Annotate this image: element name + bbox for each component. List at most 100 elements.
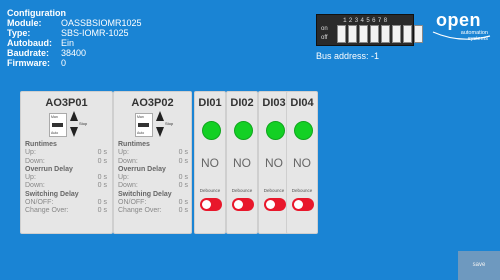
label: Down:: [25, 157, 45, 165]
switching-heading: Switching Delay: [25, 190, 79, 198]
di-card-title: DI02: [230, 97, 254, 109]
debounce-toggle[interactable]: [232, 198, 254, 211]
dip-lever: [359, 25, 368, 43]
debounce-label: Debounce: [291, 188, 313, 193]
di-card-di01: DI01 NO Debounce: [194, 91, 226, 234]
stop-label: Stop: [79, 121, 88, 126]
logo-line2: systems: [467, 36, 488, 42]
logo-main-text: open: [436, 10, 481, 30]
value: 0 s: [97, 174, 107, 182]
config-value: 38400: [61, 48, 87, 58]
dip-lever: [337, 25, 346, 43]
value: 0 s: [97, 149, 107, 157]
config-row-baudrate: Baudrate: 38400: [7, 48, 142, 58]
up-down-arrows-icon[interactable]: [155, 110, 165, 138]
runtime-down-row: Down: 0 s: [25, 158, 107, 166]
configuration-panel: Configuration Module: OASSBSIOMR1025 Type…: [7, 8, 142, 68]
dip-lever: [348, 25, 357, 43]
di-card-title: DI04: [290, 97, 314, 109]
value: 0 s: [178, 207, 188, 215]
runtimes-heading: Runtimes: [118, 141, 150, 148]
dip-off-label: off: [321, 35, 328, 41]
mode-auto-label: Auto: [137, 131, 145, 135]
label: Up:: [118, 149, 129, 157]
label: Up:: [25, 149, 36, 157]
config-row-module: Module: OASSBSIOMR1025: [7, 18, 142, 28]
runtimes-heading: Runtimes: [25, 141, 57, 148]
config-key: Baudrate:: [7, 48, 50, 58]
toggle-knob: [266, 200, 275, 209]
config-key: Type:: [7, 28, 31, 38]
ao-info: Runtimes Up: 0 s Down: 0 s Overrun Delay U…: [118, 141, 188, 216]
di-state: NO: [293, 156, 311, 170]
mode-selector[interactable]: Man Off Auto: [135, 113, 153, 137]
mode-knob[interactable]: [138, 123, 149, 127]
debounce-toggle[interactable]: [264, 198, 286, 211]
config-value: 0: [61, 58, 67, 68]
debounce-toggle[interactable]: [200, 198, 222, 211]
debounce-label: Debounce: [263, 188, 285, 193]
dip-numbers: 12345678: [343, 17, 390, 24]
value: 0 s: [178, 157, 188, 165]
di-card-di04: DI04 NO Debounce: [286, 91, 318, 234]
overrun-down-row: Down: 0 s: [118, 182, 188, 190]
dip-switch-levers: [337, 25, 423, 43]
label: Change Over:: [25, 207, 69, 215]
dip-lever: [381, 25, 390, 43]
label: Down:: [118, 182, 138, 190]
mode-man-label: Man: [137, 115, 144, 119]
di-state: NO: [233, 156, 251, 170]
label: Up:: [118, 174, 129, 182]
value: 0 s: [97, 157, 107, 165]
label: Down:: [118, 157, 138, 165]
mode-knob[interactable]: [52, 123, 63, 127]
di-card-title: DI01: [198, 97, 222, 109]
label: Down:: [25, 182, 45, 190]
di-state: NO: [201, 156, 219, 170]
toggle-knob: [202, 200, 211, 209]
switching-heading: Switching Delay: [118, 190, 172, 198]
debounce-label: Debounce: [231, 188, 253, 193]
value: 0 s: [178, 174, 188, 182]
config-row-autobaud: Autobaud: Ein: [7, 38, 142, 48]
open-automation-systems-logo: open automation systems: [430, 10, 492, 44]
manual-auto-control[interactable]: Man Off Auto Stop: [49, 110, 89, 138]
configuration-title: Configuration: [7, 8, 66, 18]
ao-card-ao3p01: AO3P01 Man Off Auto Stop Runtimes Up: 0 s…: [20, 91, 113, 234]
save-button[interactable]: save: [458, 251, 500, 280]
runtime-up-row: Up: 0 s: [118, 149, 188, 157]
debounce-toggle[interactable]: [292, 198, 314, 211]
value: 0 s: [97, 199, 107, 207]
value: 0 s: [178, 182, 188, 190]
logo-sub-text: automation systems: [461, 30, 488, 42]
config-row-firmware: Firmware: 0: [7, 58, 142, 68]
manual-auto-control[interactable]: Man Off Auto Stop: [135, 110, 175, 138]
config-value: SBS-IOMR-1025: [61, 28, 129, 38]
overrun-heading: Overrun Delay: [25, 165, 73, 173]
bus-address: Bus address: -1: [316, 51, 380, 61]
config-row-type: Type: SBS-IOMR-1025: [7, 28, 142, 38]
config-value: Ein: [61, 38, 75, 48]
mode-selector[interactable]: Man Off Auto: [49, 113, 67, 137]
dip-switch: 12345678 on off: [316, 14, 423, 46]
overrun-up-row: Up: 0 s: [118, 174, 188, 182]
status-led-icon: [234, 121, 253, 140]
up-down-arrows-icon[interactable]: [69, 110, 79, 138]
overrun-down-row: Down: 0 s: [25, 182, 107, 190]
label: ON/OFF:: [25, 199, 54, 207]
di-state: NO: [265, 156, 283, 170]
status-led-icon: [294, 121, 313, 140]
label: Up:: [25, 174, 36, 182]
toggle-knob: [294, 200, 303, 209]
debounce-label: Debounce: [199, 188, 221, 193]
di-card-title: DI03: [262, 97, 286, 109]
onoff-row: ON/OFF: 0 s: [25, 199, 107, 207]
toggle-knob: [234, 200, 243, 209]
changeover-row: Change Over: 0 s: [25, 207, 107, 215]
status-led-icon: [202, 121, 221, 140]
dip-lever: [392, 25, 401, 43]
dip-lever: [370, 25, 379, 43]
config-value: OASSBSIOMR1025: [61, 18, 142, 28]
config-key: Autobaud:: [7, 38, 52, 48]
value: 0 s: [178, 149, 188, 157]
